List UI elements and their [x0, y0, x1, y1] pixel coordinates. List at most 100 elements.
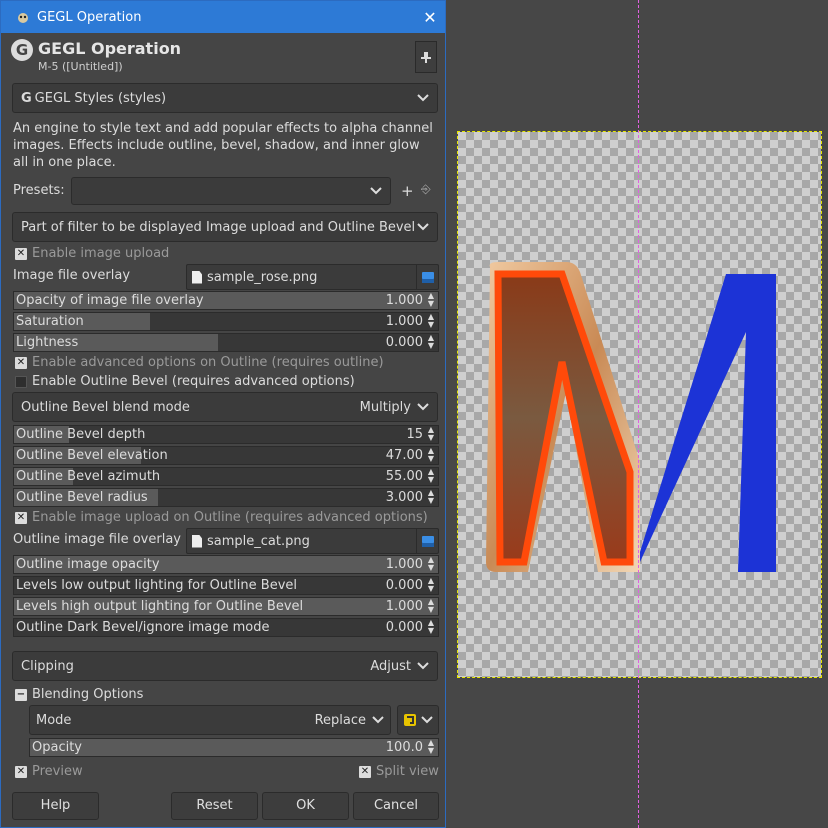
- spin-arrows-icon[interactable]: ▲ ▼: [425, 489, 437, 506]
- blend-mode-value: Multiply: [359, 399, 411, 415]
- blend-mode-select[interactable]: Mode Replace: [29, 705, 391, 735]
- open-file-icon[interactable]: [416, 529, 438, 553]
- slider-row[interactable]: Outline Bevel depth 15 ▲ ▼: [13, 425, 439, 444]
- gimp-icon: [18, 13, 28, 23]
- preview-checkbox[interactable]: ✕ Preview: [15, 764, 83, 779]
- cancel-button[interactable]: Cancel: [353, 792, 439, 820]
- spin-arrows-icon[interactable]: ▲ ▼: [425, 619, 437, 636]
- gegl-dialog: GEGL Operation ✕ G GEGL Operation M-5 ([…: [0, 0, 446, 828]
- chevron-down-icon: [417, 94, 429, 102]
- slider-value: 1.000: [385, 293, 423, 308]
- open-file-icon[interactable]: [416, 265, 438, 289]
- slider-row[interactable]: Opacity of image file overlay 1.000 ▲ ▼: [13, 291, 439, 310]
- slider-row[interactable]: Outline Dark Bevel/ignore image mode 0.00…: [13, 618, 439, 637]
- slider-value: 1.000: [385, 599, 423, 614]
- spin-arrows-icon[interactable]: ▲ ▼: [425, 577, 437, 594]
- chevron-down-icon: [417, 403, 429, 411]
- file-icon: [192, 534, 202, 548]
- letter-m-render: [486, 262, 776, 572]
- opacity-label: Opacity: [32, 740, 83, 755]
- spin-arrows-icon[interactable]: ▲ ▼: [425, 468, 437, 485]
- collapse-icon: −: [15, 688, 27, 701]
- titlebar[interactable]: GEGL Operation ✕: [1, 1, 445, 33]
- split-view-label: Split view: [376, 764, 439, 779]
- part-filter-label: Part of filter to be displayed Image upl…: [21, 219, 416, 235]
- split-view-guide[interactable]: [638, 0, 639, 828]
- slider-label: Outline Bevel elevation: [16, 448, 168, 463]
- slider-fill: [30, 739, 438, 756]
- outline-file-label: Outline image file overlay: [13, 532, 181, 547]
- slider-label: Outline Dark Bevel/ignore image mode: [16, 620, 270, 635]
- reset-button[interactable]: Reset: [171, 792, 258, 820]
- slider-value: 3.000: [385, 490, 423, 505]
- slider-label: Outline Bevel radius: [16, 490, 148, 505]
- image-file-chooser[interactable]: sample_rose.png: [186, 264, 439, 290]
- checkbox-checked-icon: ✕: [15, 356, 27, 369]
- slider-row[interactable]: Outline image opacity 1.000 ▲ ▼: [13, 555, 439, 574]
- presets-combo[interactable]: [71, 177, 391, 205]
- spin-arrows-icon[interactable]: ▲ ▼: [425, 426, 437, 443]
- checkbox-checked-icon: ✕: [15, 765, 27, 778]
- slider-value: 55.00: [385, 469, 423, 484]
- composite-mode-button[interactable]: [397, 705, 439, 735]
- enable-outline-bevel-checkbox[interactable]: Enable Outline Bevel (requires advanced …: [15, 374, 355, 389]
- slider-row[interactable]: Outline Bevel elevation 47.00 ▲ ▼: [13, 446, 439, 465]
- help-button[interactable]: Help: [12, 792, 99, 820]
- clipping-label: Clipping: [21, 658, 74, 674]
- blending-options-label: Blending Options: [32, 687, 144, 702]
- spin-arrows-icon[interactable]: ▲ ▼: [425, 334, 437, 351]
- blending-options-expander[interactable]: − Blending Options: [15, 687, 143, 702]
- chevron-down-icon: [417, 662, 429, 670]
- chevron-down-icon: [421, 716, 433, 724]
- blend-mode-label: Outline Bevel blend mode: [21, 399, 190, 415]
- slider-value: 0.000: [385, 335, 423, 350]
- image-file-name: sample_rose.png: [207, 269, 318, 285]
- slider-row[interactable]: Levels low output lighting for Outline B…: [13, 576, 439, 595]
- spin-arrows-icon[interactable]: ▲ ▼: [425, 556, 437, 573]
- clipping-combo[interactable]: Clipping Adjust: [12, 651, 438, 681]
- part-filter-combo[interactable]: Part of filter to be displayed Image upl…: [12, 212, 438, 242]
- spin-arrows-icon[interactable]: ▲ ▼: [425, 598, 437, 615]
- spin-arrows-icon[interactable]: ▲ ▼: [425, 313, 437, 330]
- slider-row[interactable]: Outline Bevel radius 3.000 ▲ ▼: [13, 488, 439, 507]
- spin-arrows-icon[interactable]: ▲ ▼: [425, 739, 437, 756]
- enable-upload-outline-label: Enable image upload on Outline (requires…: [32, 510, 428, 525]
- spin-arrows-icon[interactable]: ▲ ▼: [425, 447, 437, 464]
- file-icon: [192, 270, 202, 284]
- slider-label: Levels low output lighting for Outline B…: [16, 578, 297, 593]
- header-subtitle: M-5 ([Untitled]): [38, 60, 123, 73]
- slider-value: 15: [406, 427, 423, 442]
- image-file-overlay-label: Image file overlay: [13, 268, 131, 283]
- blend-mode-combo[interactable]: Outline Bevel blend mode Multiply: [12, 392, 438, 422]
- split-view-checkbox[interactable]: ✕ Split view: [359, 764, 439, 779]
- slider-row[interactable]: Levels high output lighting for Outline …: [13, 597, 439, 616]
- spin-arrows-icon[interactable]: ▲ ▼: [425, 292, 437, 309]
- outline-file-chooser[interactable]: sample_cat.png: [186, 528, 439, 554]
- slider-label: Levels high output lighting for Outline …: [16, 599, 304, 614]
- blend-opacity-slider[interactable]: Opacity 100.0 ▲ ▼: [29, 738, 439, 757]
- enable-adv-outline-checkbox[interactable]: ✕ Enable advanced options on Outline (re…: [15, 355, 384, 370]
- slider-label: Outline Bevel depth: [16, 427, 146, 442]
- checkbox-unchecked-icon: [15, 375, 27, 388]
- pin-icon[interactable]: [415, 41, 437, 73]
- slider-row[interactable]: Saturation 1.000 ▲ ▼: [13, 312, 439, 331]
- slider-row[interactable]: Outline Bevel azimuth 55.00 ▲ ▼: [13, 467, 439, 486]
- slider-row[interactable]: Lightness 0.000 ▲ ▼: [13, 333, 439, 352]
- layer-preview[interactable]: [457, 131, 822, 678]
- slider-value: 47.00: [385, 448, 423, 463]
- slider-value: 0.000: [385, 620, 423, 635]
- add-preset-icon[interactable]: +: [401, 182, 414, 200]
- header-title: GEGL Operation: [38, 39, 182, 58]
- letter-blue-part: [640, 274, 776, 572]
- enable-image-upload-checkbox[interactable]: ✕ Enable image upload: [15, 246, 169, 261]
- manage-presets-icon[interactable]: ⎆: [421, 182, 431, 197]
- presets-label: Presets:: [13, 183, 65, 198]
- clipping-value: Adjust: [370, 658, 411, 674]
- close-icon[interactable]: ✕: [415, 8, 445, 27]
- operation-combo[interactable]: G GEGL Styles (styles): [12, 83, 438, 113]
- opacity-value: 100.0: [385, 740, 423, 755]
- gegl-small-icon: G: [21, 90, 32, 106]
- image-canvas[interactable]: [446, 0, 828, 828]
- enable-upload-outline-checkbox[interactable]: ✕ Enable image upload on Outline (requir…: [15, 510, 428, 525]
- ok-button[interactable]: OK: [262, 792, 349, 820]
